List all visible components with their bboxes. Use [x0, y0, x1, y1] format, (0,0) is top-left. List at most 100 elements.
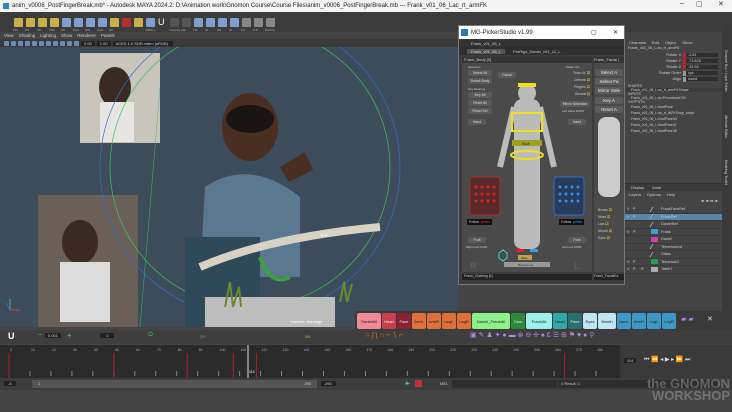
time-slider[interactable]: 0 10 20 30 40 50 60 70 80 90 100 110 120 130 140 150 160…	[0, 345, 620, 378]
selection-set-button[interactable]: ArmL	[617, 313, 631, 329]
tab-display[interactable]: Display	[631, 185, 644, 190]
playback-buttons[interactable]: ⏮ ⏪ ◂ ▶ ▸ ⏩ ⏭	[644, 356, 690, 364]
layer-color-swatch[interactable]	[649, 221, 660, 227]
selection-set-button[interactable]: LegL	[442, 313, 456, 329]
resolution-gate-icon[interactable]	[67, 40, 72, 46]
sound-icon[interactable]: 🔈	[405, 380, 411, 386]
layers-menu[interactable]: Layers	[629, 192, 641, 197]
selection-set-button[interactable]: Mouth	[598, 313, 616, 329]
colorspace-dropdown[interactable]: ACES 1.0 SDR-video (sRGB)	[112, 40, 173, 46]
tab-channel-box[interactable]: Channel Box / Layer Editor	[724, 50, 728, 92]
mel-label[interactable]: MEL	[440, 381, 448, 386]
viewport[interactable]: ↔ Camera: Sausage	[0, 47, 458, 327]
shelf-tool-icon[interactable]: U	[158, 17, 167, 27]
vis-eyes-checkbox[interactable]: Eyes ☑	[598, 235, 612, 242]
facial-select-all-button[interactable]: Select A	[595, 69, 623, 76]
layer-color-swatch[interactable]	[649, 206, 660, 212]
selection-set-button[interactable]: ArmR	[632, 313, 646, 329]
shelf-tool-icon[interactable]: IWBany	[145, 17, 156, 32]
layer-color-swatch[interactable]	[649, 244, 660, 250]
maximize-button[interactable]: ▢	[696, 0, 703, 8]
layer-color-swatch[interactable]	[649, 251, 660, 257]
layer-action-icons[interactable]: ◂▪ ◂▪ ▪▸ ▪▸	[625, 198, 722, 206]
foot-l-button[interactable]: Foot	[568, 237, 586, 243]
exposure-field[interactable]: 0.00	[81, 40, 95, 46]
character-name[interactable]: Frank_v01_06_L	[471, 41, 501, 46]
shelf-tool-icon[interactable]: Hvar	[97, 17, 107, 32]
layer-row[interactable]: V P Terrarium1	[625, 259, 722, 266]
layer-visibility-toggle[interactable]: V	[625, 267, 633, 271]
channel-value-field[interactable]: -34.66	[686, 65, 718, 69]
selection-set-button[interactable]: ArmR	[427, 313, 441, 329]
layer-playback-toggle[interactable]: P	[633, 260, 641, 264]
close-sets-icon[interactable]: ✕	[707, 315, 713, 323]
tab-modeling-toolkit[interactable]: Modeling Toolkit	[724, 160, 728, 185]
vis-brows-checkbox[interactable]: Brows ☑	[598, 207, 612, 214]
channel-value-field[interactable]: world	[686, 77, 718, 81]
minimize-button[interactable]: –	[680, 0, 684, 7]
shelf-tool-icon[interactable]: CP	[109, 17, 119, 32]
selection-set-button[interactable]: DanielAll	[357, 313, 381, 329]
shadows-icon[interactable]	[46, 40, 51, 46]
shelf-tool-icon[interactable]: MG	[13, 17, 23, 32]
channel-value-field[interactable]: -2.81	[686, 53, 718, 57]
layer-row[interactable]: V P Frank	[625, 229, 722, 236]
command-line[interactable]	[452, 380, 557, 388]
layer-color-swatch[interactable]	[651, 266, 658, 272]
shelf-tool-icon[interactable]: SL	[205, 17, 215, 32]
selection-set-button[interactable]: Head	[382, 313, 396, 329]
options-menu[interactable]: Options	[647, 192, 661, 197]
layer-visibility-toggle[interactable]: V	[625, 207, 633, 211]
menu-lighting[interactable]: Lighting	[40, 33, 56, 38]
gamma-field[interactable]: 1.00	[96, 40, 111, 46]
help-menu[interactable]: Help	[667, 192, 675, 197]
power-icon[interactable]: ⏻	[148, 332, 153, 339]
layer-playback-toggle[interactable]: P	[633, 207, 641, 211]
layer-playback-toggle[interactable]: P	[633, 267, 641, 271]
plus-button[interactable]: +	[67, 331, 72, 340]
edit-menu[interactable]: Edit	[652, 40, 659, 45]
selection-tools-icons[interactable]: ▣ ✎ ♟ ✦ ● ▬ ⊗ ⊖ ✢ ♠ Ɛ ☰ ⊞ ⚑ ♥ ● ⚲	[470, 331, 594, 339]
shelf-tool-icon[interactable]: Invsolve	[169, 17, 180, 32]
selection-set-button[interactable]: Eyes	[583, 313, 597, 329]
selection-set-button[interactable]: ArmL	[412, 313, 426, 329]
follow-l-dropdown[interactable]: Follow pelvis	[559, 219, 585, 225]
layer-visibility-toggle[interactable]: V	[625, 260, 633, 264]
vis-lips-checkbox[interactable]: Lips ☑	[598, 221, 612, 228]
auto-key-button[interactable]	[415, 380, 422, 387]
shelf-tool-icon[interactable]: SS	[37, 17, 47, 32]
layer-visibility-toggle[interactable]: V	[625, 215, 633, 219]
follow-r-dropdown[interactable]: Follow pelvis	[467, 219, 493, 225]
menu-shading[interactable]: Shading	[19, 33, 36, 38]
range-bar[interactable]: 1 290	[32, 380, 317, 388]
picker-maximize-button[interactable]: ▢	[591, 29, 597, 36]
channels-menu[interactable]: Channels	[629, 40, 646, 45]
clothing-panel-tab[interactable]: Frank_Clothing [4]	[462, 274, 592, 280]
channel-value-field[interactable]: -73.828	[686, 59, 718, 63]
layer-visibility-toggle[interactable]: V	[625, 230, 633, 234]
shelf-tool-icon[interactable]: BunRig	[265, 17, 275, 32]
xray-icon[interactable]	[60, 40, 65, 46]
channel-value-field[interactable]: xyz	[686, 71, 718, 75]
shelf-tool-icon[interactable]: 2.0	[241, 17, 251, 32]
output-node[interactable]: Frank_v01_06_L:bindPose48	[631, 128, 722, 134]
facial-key-all-button[interactable]: Key A	[595, 97, 623, 104]
layer-reference-toggle[interactable]: R	[641, 267, 651, 271]
selection-set-button[interactable]: Face	[397, 313, 411, 329]
selection-set-button[interactable]: Cam	[511, 313, 525, 329]
anim-start-field[interactable]: -4	[4, 381, 16, 386]
layer-color-swatch[interactable]	[651, 259, 658, 265]
vis-mouth-checkbox[interactable]: Mouth ☑	[598, 228, 612, 235]
selection-set-button[interactable]: Daniel_FrankAll	[472, 313, 510, 329]
smooth-shade-icon[interactable]	[25, 40, 30, 46]
layer-color-swatch[interactable]	[651, 236, 658, 242]
menu-show[interactable]: Show	[61, 33, 72, 38]
show-menu[interactable]: Show	[682, 40, 692, 45]
step-field[interactable]: 1	[100, 333, 115, 338]
selection-set-button[interactable]: Head	[553, 313, 567, 329]
bn-label[interactable]: BN	[305, 334, 311, 339]
picker-close-button[interactable]: ✕	[613, 29, 618, 36]
menu-view[interactable]: View	[4, 33, 14, 38]
facial-ex-panel-tab[interactable]: Frank_FacialEx	[594, 274, 624, 280]
selection-set-button[interactable]: Face	[568, 313, 582, 329]
